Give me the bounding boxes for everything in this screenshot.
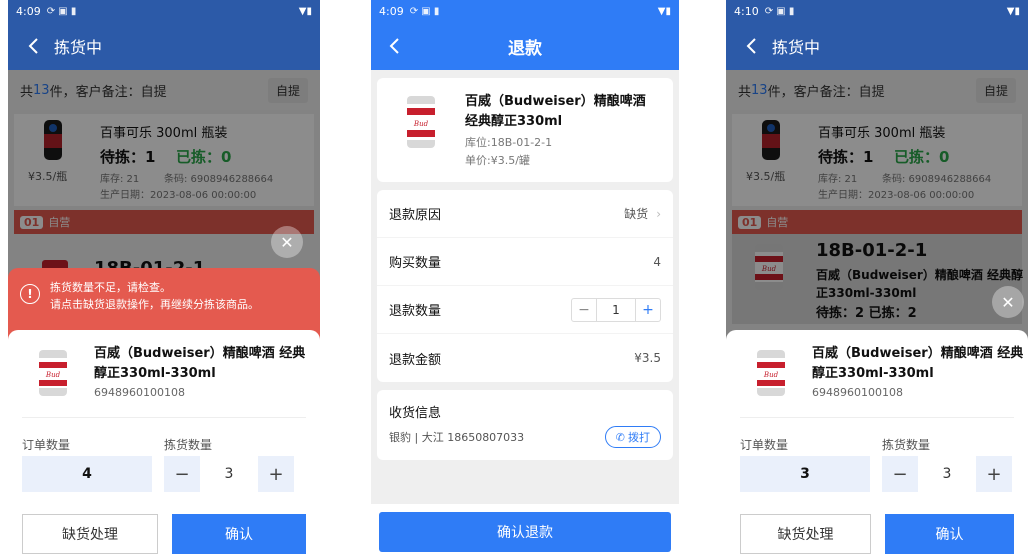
sheet-product-name: 百威（Budweiser）精酿啤酒 经典醇正330ml-330ml xyxy=(94,346,306,381)
decrement-button[interactable]: − xyxy=(164,456,200,492)
refund-qty-value[interactable]: 1 xyxy=(596,298,636,321)
pick-qty-label: 拣货数量 xyxy=(882,438,931,452)
reason-label: 退款原因 xyxy=(389,208,442,223)
pick-qty-stepper: − 3 + xyxy=(882,456,1012,492)
amount-value: ¥3.5 xyxy=(634,351,661,365)
sheet-barcode: 6948960100108 xyxy=(812,386,903,399)
reason-value: 缺货 xyxy=(624,207,649,221)
budweiser-can-icon: Bud xyxy=(39,350,67,396)
quantity-row: 订单数量 4 拣货数量 − 3 + xyxy=(22,418,306,508)
order-qty-value: 3 xyxy=(740,456,870,492)
svg-text:Bud: Bud xyxy=(45,371,61,379)
receive-label: 收货信息 xyxy=(389,406,442,421)
order-qty-value: 4 xyxy=(22,456,152,492)
call-button[interactable]: ✆ 拨打 xyxy=(604,426,661,448)
status-icons: ⟳ ▣ ▮ xyxy=(409,5,440,17)
product-name: 百威（Budweiser）精酿啤酒 经典醇正330ml xyxy=(465,94,646,130)
alert-line-2: 请点击缺货退款操作，再继续分拣该商品。 xyxy=(50,297,259,311)
signal-battery-icon: ▼▮ xyxy=(1006,5,1020,17)
sheet-product: Bud 百威（Budweiser）精酿啤酒 经典醇正330ml-330ml 69… xyxy=(22,330,306,418)
refund-qty-row: 退款数量 − 1 + xyxy=(377,286,673,334)
action-bar: 缺货处理 确认 xyxy=(8,508,320,560)
signal-battery-icon: ▼▮ xyxy=(657,5,671,17)
increment-button[interactable]: + xyxy=(258,456,294,492)
order-qty-label: 订单数量 xyxy=(22,438,71,452)
status-time: 4:09 xyxy=(379,4,404,18)
refund-product-card: Bud 百威（Budweiser）精酿啤酒 经典醇正330ml 库位:18B-0… xyxy=(377,78,673,182)
page-title: 退款 xyxy=(508,38,542,59)
app-bar: 拣货中 xyxy=(8,22,320,70)
status-time: 4:09 xyxy=(16,4,41,18)
buy-qty-value: 4 xyxy=(653,254,661,269)
sheet-product: Bud 百威（Budweiser）精酿啤酒 经典醇正330ml-330ml 69… xyxy=(740,330,1023,418)
pick-qty-value[interactable]: 3 xyxy=(200,456,258,492)
confirm-button[interactable]: 确认 xyxy=(885,514,1014,554)
bottom-bar: 确认退款 xyxy=(371,504,679,560)
status-icons: ⟳ ▣ ▮ xyxy=(46,5,77,17)
refund-details-card: 退款原因 缺货 › 购买数量 4 退款数量 − 1 + 退款金额 ¥3.5 xyxy=(377,190,673,382)
back-arrow-icon[interactable] xyxy=(738,33,764,59)
pick-quantity-sheet: Bud 百威（Budweiser）精酿啤酒 经典醇正330ml-330ml 69… xyxy=(8,330,320,560)
increment-button[interactable]: + xyxy=(636,299,660,321)
back-arrow-icon[interactable] xyxy=(381,33,407,59)
unit-price: 单价:¥3.5/罐 xyxy=(465,154,530,167)
product-location: 库位:18B-01-2-1 xyxy=(465,136,553,149)
close-icon[interactable]: ✕ xyxy=(271,226,303,258)
status-bar: 4:10 ⟳ ▣ ▮ ▼▮ xyxy=(726,0,1028,22)
sheet-barcode: 6948960100108 xyxy=(94,386,185,399)
confirm-button[interactable]: 确认 xyxy=(172,514,306,554)
sheet-product-name: 百威（Budweiser）精酿啤酒 经典醇正330ml-330ml xyxy=(812,346,1024,381)
budweiser-can-icon: Bud xyxy=(757,350,785,396)
decrement-button[interactable]: − xyxy=(882,456,918,492)
buy-qty-row: 购买数量 4 xyxy=(377,238,673,286)
warning-icon: ! xyxy=(20,284,40,304)
page-title: 拣货中 xyxy=(772,38,821,57)
status-bar: 4:09 ⟳ ▣ ▮ ▼▮ xyxy=(8,0,320,22)
call-label: 拨打 xyxy=(628,431,650,444)
picking-screen-right: 4:10 ⟳ ▣ ▮ ▼▮ 拣货中 共 13 件，客户备注：自提 自提 ¥3.5/瓶… xyxy=(726,0,1028,560)
confirm-refund-button[interactable]: 确认退款 xyxy=(379,512,671,552)
buy-qty-label: 购买数量 xyxy=(389,256,442,271)
order-qty-label: 订单数量 xyxy=(740,438,789,452)
pick-qty-value[interactable]: 3 xyxy=(918,456,976,492)
refund-qty-stepper: − 1 + xyxy=(571,297,661,322)
shortage-button[interactable]: 缺货处理 xyxy=(740,514,871,554)
status-icons: ⟳ ▣ ▮ xyxy=(764,5,795,17)
action-bar: 缺货处理 确认 xyxy=(726,508,1028,560)
pick-qty-stepper: − 3 + xyxy=(164,456,294,492)
phone-icon: ✆ xyxy=(615,430,625,444)
pick-quantity-sheet: Bud 百威（Budweiser）精酿啤酒 经典醇正330ml-330ml 69… xyxy=(726,330,1028,560)
increment-button[interactable]: + xyxy=(976,456,1012,492)
status-time: 4:10 xyxy=(734,4,759,18)
svg-text:Bud: Bud xyxy=(763,371,779,379)
alert-line-1: 拣货数量不足，请检查。 xyxy=(50,281,171,294)
chevron-right-icon: › xyxy=(656,206,661,221)
quantity-row: 订单数量 3 拣货数量 − 3 + xyxy=(740,418,1014,508)
svg-text:Bud: Bud xyxy=(413,120,429,128)
receive-info-card: 收货信息 银豹 | 大江 18650807033 ✆ 拨打 xyxy=(377,390,673,460)
pick-qty-label: 拣货数量 xyxy=(164,438,213,452)
refund-screen: 4:09 ⟳ ▣ ▮ ▼▮ 退款 Bud 百威（Budweiser）精酿啤酒 经… xyxy=(371,0,679,560)
back-arrow-icon[interactable] xyxy=(20,33,46,59)
signal-battery-icon: ▼▮ xyxy=(298,5,312,17)
close-icon[interactable]: ✕ xyxy=(992,286,1024,318)
picking-screen-left: 4:09 ⟳ ▣ ▮ ▼▮ 拣货中 共 13 件，客户备注：自提 自提 ¥3.5/瓶… xyxy=(8,0,320,560)
reason-row[interactable]: 退款原因 缺货 › xyxy=(377,190,673,238)
decrement-button[interactable]: − xyxy=(572,299,596,321)
refund-qty-label: 退款数量 xyxy=(389,304,442,319)
amount-row: 退款金额 ¥3.5 xyxy=(377,334,673,382)
app-bar: 退款 xyxy=(371,22,679,70)
app-bar: 拣货中 xyxy=(726,22,1028,70)
amount-label: 退款金额 xyxy=(389,352,442,368)
budweiser-can-icon: Bud xyxy=(407,96,435,148)
page-title: 拣货中 xyxy=(54,38,103,57)
status-bar: 4:09 ⟳ ▣ ▮ ▼▮ xyxy=(371,0,679,22)
shortage-button[interactable]: 缺货处理 xyxy=(22,514,158,554)
